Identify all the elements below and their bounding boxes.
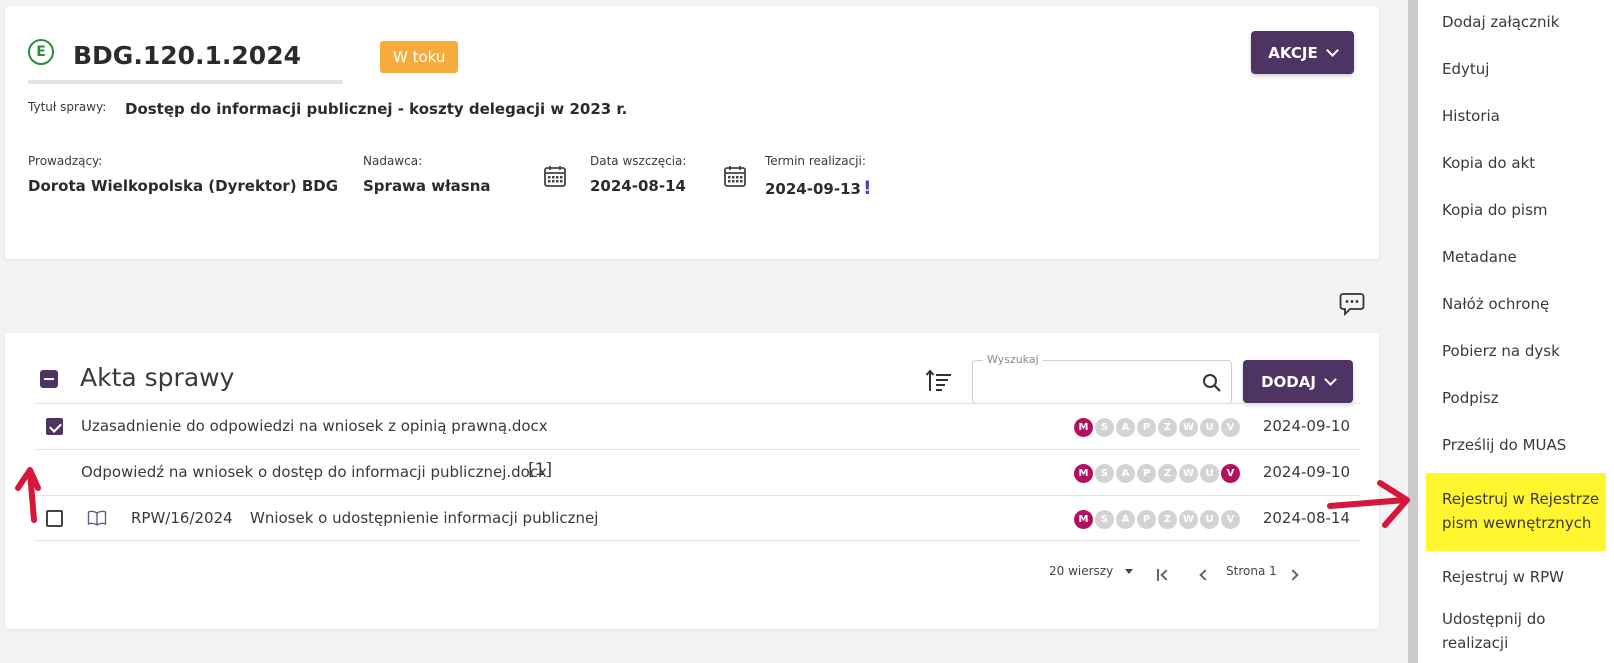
- open-book-icon: [87, 510, 107, 526]
- case-number-underline: [28, 80, 343, 84]
- flag-z: Z: [1158, 510, 1177, 529]
- table-row[interactable]: Uzasadnienie do odpowiedzi na wniosek z …: [35, 403, 1360, 449]
- menu-item-add-attachment[interactable]: Dodaj załącznik: [1418, 0, 1614, 46]
- comment-icon[interactable]: [1339, 292, 1365, 316]
- flag-s: S: [1095, 418, 1114, 437]
- rpw-number[interactable]: RPW/16/2024: [131, 509, 233, 527]
- case-files-title: Akta sprawy: [80, 363, 235, 392]
- flag-a: A: [1116, 464, 1135, 483]
- actions-button-label: AKCJE: [1268, 43, 1318, 62]
- file-date: 2024-09-10: [1262, 463, 1350, 481]
- menu-item-history[interactable]: Historia: [1418, 94, 1614, 140]
- flag-v: V: [1221, 464, 1240, 483]
- search-icon[interactable]: [1202, 373, 1222, 393]
- search-input[interactable]: [983, 371, 1183, 395]
- flag-w: W: [1179, 464, 1198, 483]
- flag-p: P: [1137, 510, 1156, 529]
- flag-m: M: [1074, 418, 1093, 437]
- deadline-warning-mark: !: [862, 177, 872, 199]
- deadline-date: 2024-09-13: [765, 180, 861, 198]
- flag-p: P: [1137, 418, 1156, 437]
- status-flags: MSAPZWUV: [1074, 418, 1240, 437]
- menu-item-apply-protection[interactable]: Nałóż ochronę: [1418, 282, 1614, 328]
- status-badge: W toku: [380, 41, 459, 73]
- search-legend: Wyszukaj: [983, 353, 1043, 366]
- file-name[interactable]: Odpowiedź na wniosek o dostęp do informa…: [81, 463, 547, 481]
- menu-item-download[interactable]: Pobierz na dysk: [1418, 329, 1614, 375]
- side-panel-divider[interactable]: [1408, 0, 1418, 663]
- flag-s: S: [1095, 510, 1114, 529]
- case-number: BDG.120.1.2024: [73, 41, 301, 70]
- table-row[interactable]: RPW/16/2024 Wniosek o udostępnienie info…: [35, 495, 1360, 541]
- menu-item-copy-to-letters[interactable]: Kopia do pism: [1418, 188, 1614, 234]
- menu-item-share-for-execution[interactable]: Udostępnij do realizacji: [1418, 604, 1614, 663]
- caret-down-icon: [1125, 569, 1134, 574]
- menu-item-register-rpw[interactable]: Rejestruj w RPW: [1418, 555, 1614, 601]
- status-flags: MSAPZWUV: [1074, 510, 1240, 529]
- next-page-icon[interactable]: [1287, 569, 1299, 581]
- case-header-card: E BDG.120.1.2024 W toku AKCJE Tytuł spra…: [5, 6, 1379, 259]
- rows-per-page-select[interactable]: 20 wierszy: [1049, 564, 1134, 578]
- chevron-down-icon: [1325, 43, 1339, 57]
- flag-z: Z: [1158, 464, 1177, 483]
- add-button[interactable]: DODAJ: [1243, 360, 1353, 403]
- electronic-case-icon: E: [28, 39, 54, 65]
- chevron-down-icon: [1324, 372, 1337, 386]
- start-date-label: Data wszczęcia:: [590, 154, 687, 168]
- case-title-value: Dostęp do informacji publicznej - koszty…: [125, 100, 628, 118]
- menu-item-copy-to-files[interactable]: Kopia do akt: [1418, 141, 1614, 187]
- actions-side-menu: Dodaj załącznik Edytuj Historia Kopia do…: [1418, 0, 1614, 663]
- menu-item-sign[interactable]: Podpisz: [1418, 376, 1614, 422]
- rows-per-page-label: 20 wierszy: [1049, 564, 1114, 578]
- flag-u: U: [1200, 418, 1219, 437]
- select-all-checkbox[interactable]: [40, 370, 58, 388]
- menu-item-metadata[interactable]: Metadane: [1418, 235, 1614, 281]
- deadline-label: Termin realizacji:: [765, 154, 866, 168]
- row-checkbox[interactable]: [46, 510, 63, 527]
- flag-m: M: [1074, 510, 1093, 529]
- owner-label: Prowadzący:: [28, 154, 103, 168]
- first-page-icon[interactable]: [1157, 569, 1172, 583]
- deadline-value: 2024-09-13!: [765, 177, 872, 199]
- flag-a: A: [1116, 418, 1135, 437]
- flag-w: W: [1179, 510, 1198, 529]
- flag-u: U: [1200, 464, 1219, 483]
- file-date: 2024-09-10: [1262, 417, 1350, 435]
- start-date-value: 2024-08-14: [590, 177, 686, 195]
- version-count: [1]: [528, 460, 553, 480]
- sender-value: Sprawa własna: [363, 177, 491, 195]
- case-title-label: Tytuł sprawy:: [28, 100, 107, 114]
- flag-m: M: [1074, 464, 1093, 483]
- actions-button[interactable]: AKCJE: [1251, 31, 1354, 74]
- sort-icon[interactable]: [925, 367, 953, 395]
- flag-p: P: [1137, 464, 1156, 483]
- flag-s: S: [1095, 464, 1114, 483]
- flag-u: U: [1200, 510, 1219, 529]
- flag-v: V: [1221, 510, 1240, 529]
- status-flags: MSAPZWUV: [1074, 464, 1240, 483]
- flag-w: W: [1179, 418, 1198, 437]
- flag-v: V: [1221, 418, 1240, 437]
- flag-z: Z: [1158, 418, 1177, 437]
- table-row[interactable]: Odpowiedź na wniosek o dostęp do informa…: [35, 449, 1360, 495]
- flag-a: A: [1116, 510, 1135, 529]
- case-files-card: Akta sprawy Wyszukaj DODAJ Uzasadnienie …: [5, 333, 1379, 629]
- row-checkbox[interactable]: [46, 418, 63, 435]
- prev-page-icon[interactable]: [1199, 569, 1211, 581]
- calendar-icon: [724, 166, 746, 187]
- file-name[interactable]: Uzasadnienie do odpowiedzi na wniosek z …: [81, 417, 548, 435]
- menu-item-edit[interactable]: Edytuj: [1418, 47, 1614, 93]
- page-indicator: Strona 1: [1226, 564, 1277, 578]
- menu-item-register-internal[interactable]: Rejestruj w Rejestrze pism wewnętrznych: [1426, 473, 1606, 551]
- sender-label: Nadawca:: [363, 154, 423, 168]
- owner-value: Dorota Wielkopolska (Dyrektor) BDG: [28, 177, 339, 195]
- add-button-label: DODAJ: [1261, 372, 1316, 391]
- file-date: 2024-08-14: [1262, 509, 1350, 527]
- calendar-icon: [544, 166, 566, 187]
- search-field: Wyszukaj: [972, 353, 1232, 404]
- file-name[interactable]: Wniosek o udostępnienie informacji publi…: [250, 509, 598, 527]
- menu-item-send-to-muas[interactable]: Prześlij do MUAS: [1418, 423, 1614, 469]
